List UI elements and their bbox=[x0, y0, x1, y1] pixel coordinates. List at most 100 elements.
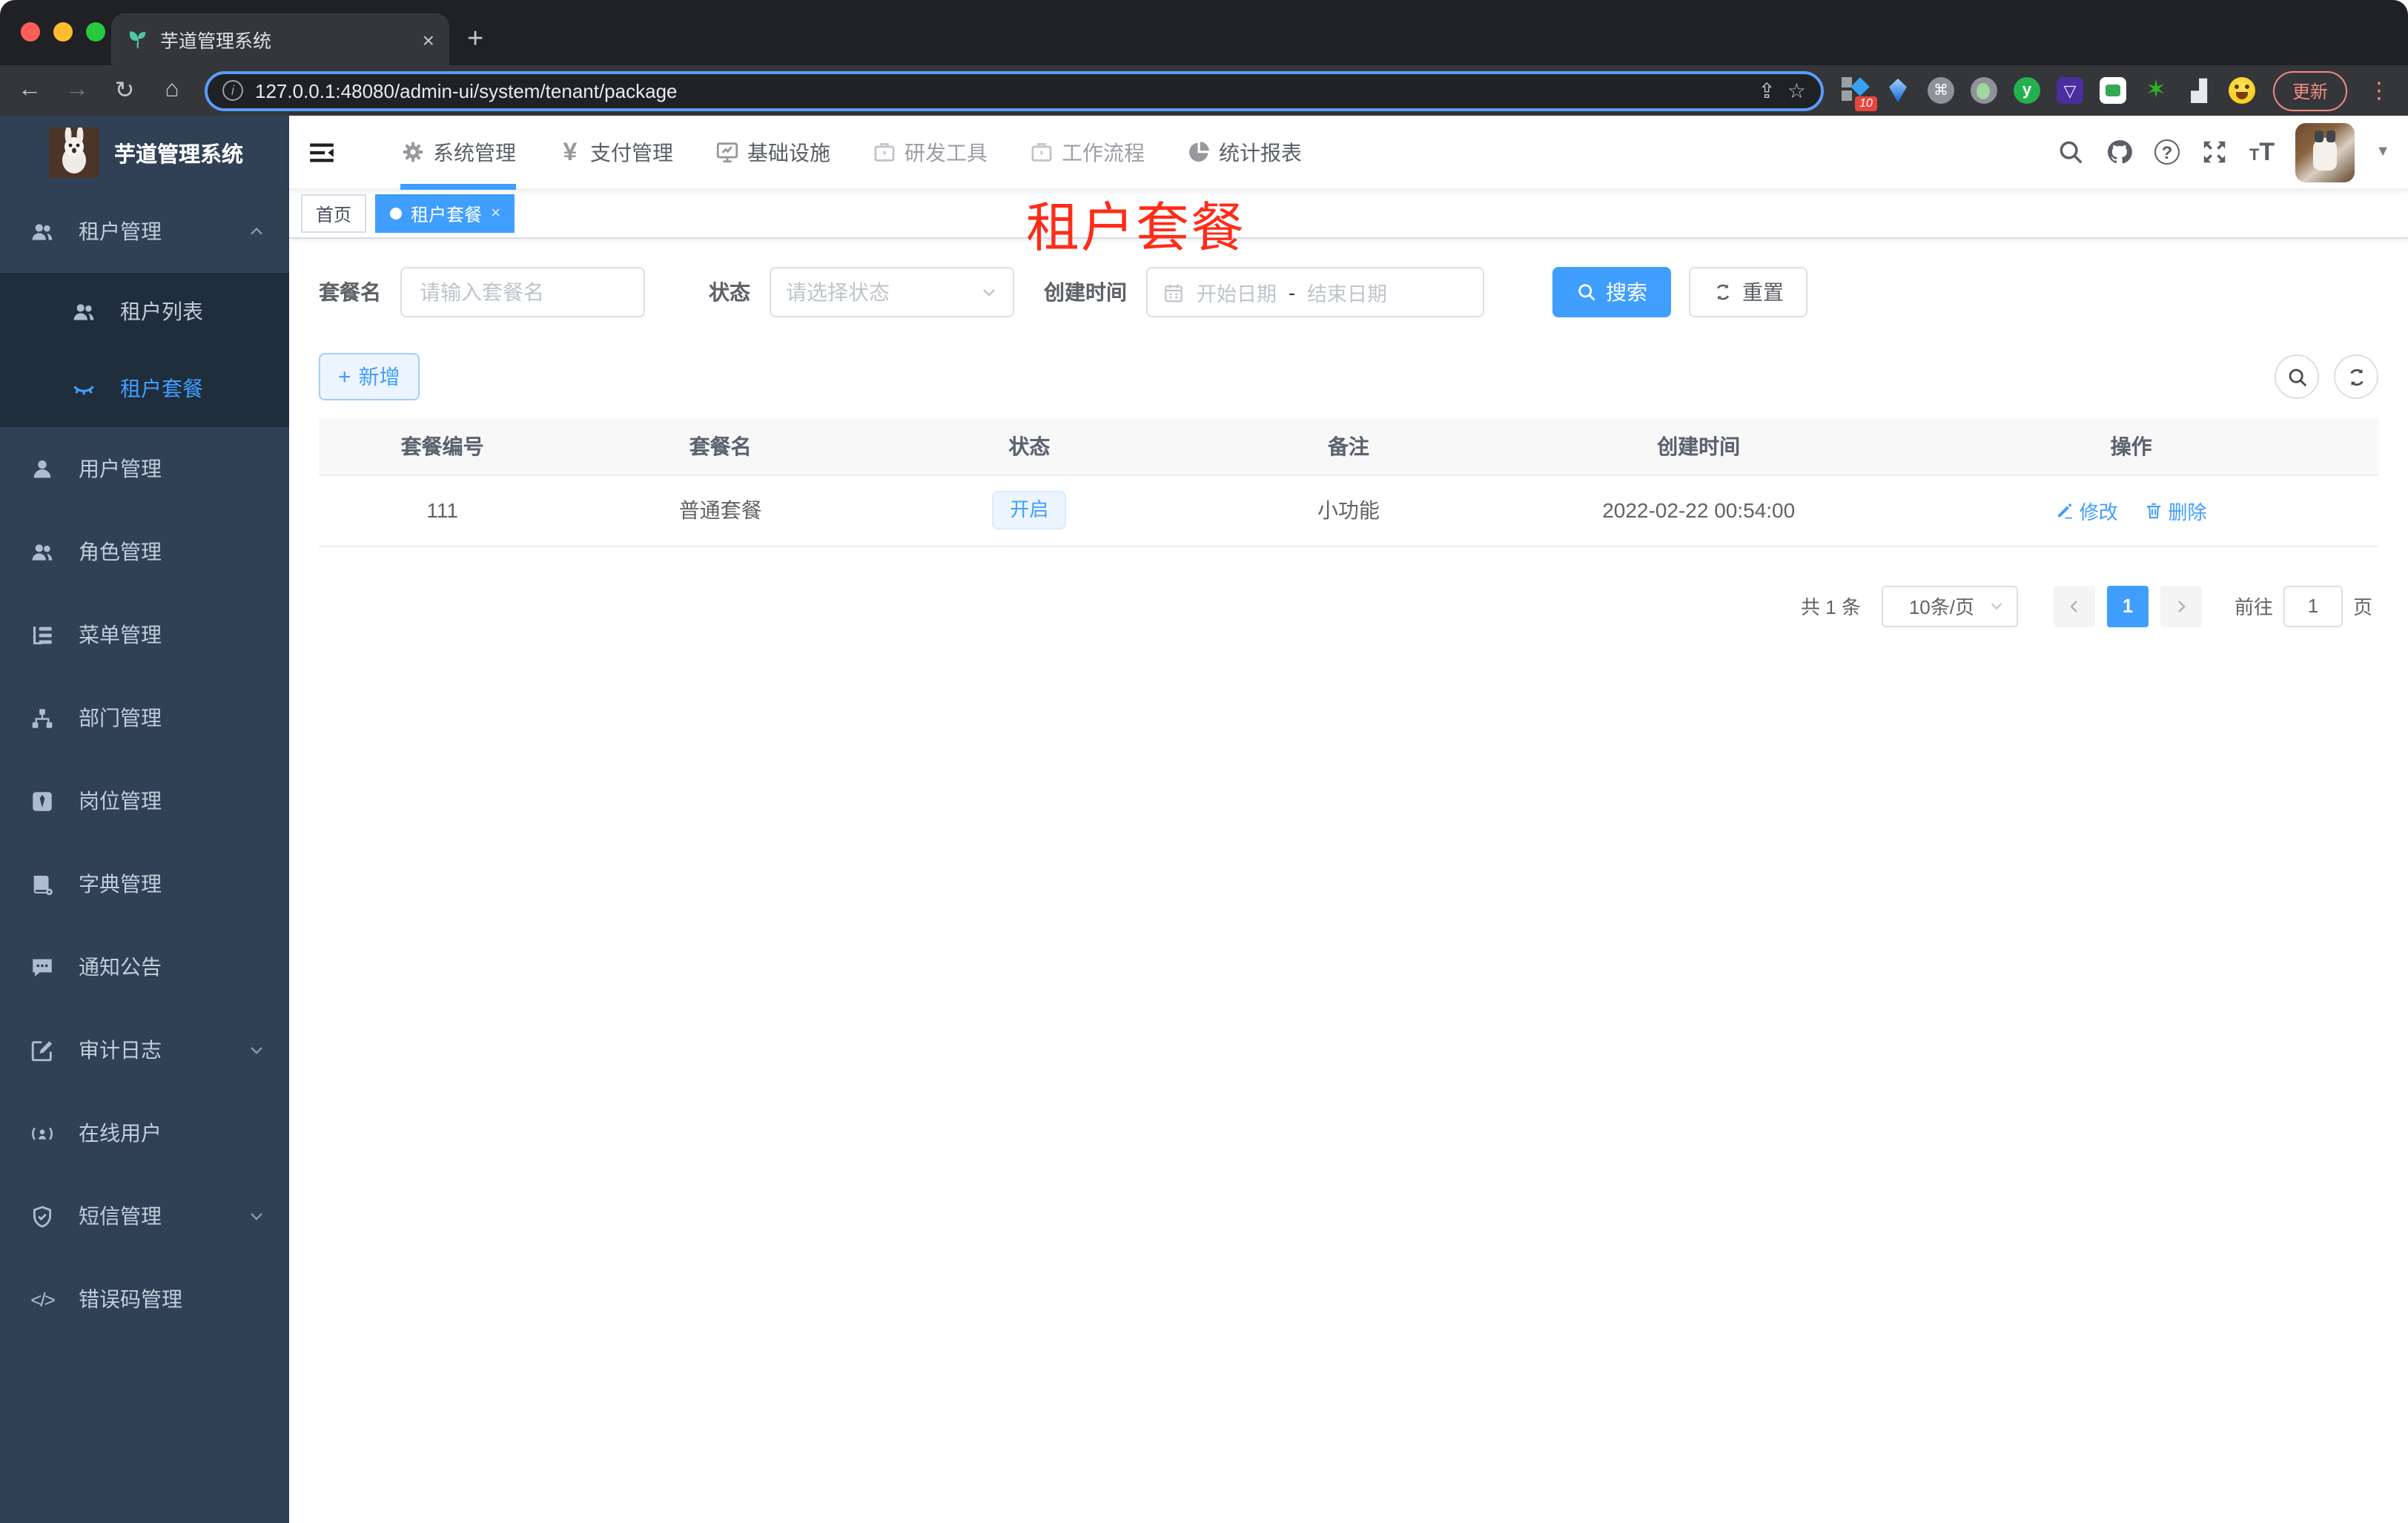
sidebar-item-post[interactable]: 岗位管理 bbox=[0, 759, 289, 842]
tags-view-bar: 首页 租户套餐 × bbox=[289, 190, 2408, 239]
badge-icon bbox=[33, 791, 52, 810]
sidebar-item-online[interactable]: 在线用户 bbox=[0, 1091, 289, 1175]
search-button[interactable]: 搜索 bbox=[1552, 267, 1671, 317]
extensions-puzzle-icon[interactable]: ▟ bbox=[2186, 77, 2212, 104]
bookmark-star-icon[interactable]: ☆ bbox=[1787, 78, 1806, 103]
font-size-icon[interactable]: TT bbox=[2249, 137, 2275, 167]
extension-y-icon[interactable]: y bbox=[2013, 77, 2040, 104]
url-text[interactable]: 127.0.0.1:48080/admin-ui/system/tenant/p… bbox=[255, 79, 1746, 102]
extension-star-icon[interactable]: ✶ bbox=[2143, 76, 2169, 104]
chevron-up-icon bbox=[251, 227, 262, 235]
nav-item-infra[interactable]: 基础设施 bbox=[715, 115, 830, 189]
cell-status: 开启 bbox=[875, 475, 1184, 546]
nav-item-report[interactable]: 统计报表 bbox=[1186, 115, 1302, 189]
pie-chart-icon bbox=[1189, 142, 1209, 162]
user-avatar[interactable] bbox=[2295, 122, 2355, 182]
reset-button-label: 重置 bbox=[1742, 280, 1784, 304]
sidebar-logo[interactable]: 芋道管理系统 bbox=[0, 116, 289, 190]
tag-close-icon[interactable]: × bbox=[491, 205, 500, 222]
search-icon[interactable] bbox=[2057, 138, 2085, 166]
macos-traffic-lights[interactable] bbox=[21, 22, 105, 42]
help-icon[interactable]: ? bbox=[2154, 139, 2180, 165]
tab-close-icon[interactable]: × bbox=[423, 27, 434, 51]
sidebar-item-tenant-package[interactable]: 租户套餐 bbox=[0, 350, 289, 427]
nav-item-label: 基础设施 bbox=[747, 140, 830, 164]
refresh-table-button[interactable] bbox=[2334, 354, 2378, 399]
avatar-caret-down-icon[interactable]: ▼ bbox=[2375, 144, 2390, 160]
extension-chat-icon[interactable] bbox=[2099, 77, 2126, 104]
reload-icon[interactable]: ↻ bbox=[110, 76, 139, 105]
edit-link[interactable]: 修改 bbox=[2056, 496, 2118, 524]
goto-page-input[interactable] bbox=[2283, 585, 2343, 627]
date-start-placeholder[interactable]: 开始日期 bbox=[1197, 277, 1277, 307]
tag-label: 首页 bbox=[316, 204, 352, 225]
tag-tenant-package[interactable]: 租户套餐 × bbox=[375, 194, 515, 233]
extension-green-dot-icon[interactable] bbox=[1970, 77, 1997, 104]
search-icon bbox=[2288, 368, 2306, 386]
extension-command-icon[interactable]: ⌘ bbox=[1927, 77, 1954, 104]
browser-tab[interactable]: 芋道管理系统 × bbox=[111, 13, 449, 65]
sidebar-toggle-hamburger-icon[interactable] bbox=[307, 137, 337, 167]
table-tools bbox=[2275, 354, 2378, 399]
chevron-down-icon bbox=[251, 1213, 262, 1220]
extension-shield-icon[interactable]: ▽ bbox=[2056, 77, 2083, 104]
nav-item-workflow[interactable]: 工作流程 bbox=[1029, 115, 1145, 189]
forward-icon[interactable]: → bbox=[62, 77, 92, 104]
sidebar-item-errcode[interactable]: </> 错误码管理 bbox=[0, 1258, 289, 1341]
next-page-button[interactable] bbox=[2160, 585, 2202, 627]
nav-item-pay[interactable]: ¥ 支付管理 bbox=[558, 115, 673, 189]
column-header-actions: 操作 bbox=[1884, 418, 2378, 475]
name-filter-input[interactable] bbox=[400, 267, 645, 317]
home-icon[interactable]: ⌂ bbox=[157, 77, 187, 104]
new-tab-button[interactable]: + bbox=[467, 24, 483, 56]
sidebar-item-role[interactable]: 角色管理 bbox=[0, 510, 289, 593]
address-bar[interactable]: i 127.0.0.1:48080/admin-ui/system/tenant… bbox=[205, 70, 1824, 110]
current-page-button[interactable]: 1 bbox=[2106, 585, 2149, 627]
back-icon[interactable]: ← bbox=[15, 77, 44, 104]
nav-item-devtools[interactable]: 研发工具 bbox=[872, 115, 988, 189]
eye-closed-icon bbox=[73, 385, 94, 394]
github-icon[interactable] bbox=[2106, 138, 2134, 166]
sidebar-item-sms[interactable]: 短信管理 bbox=[0, 1175, 289, 1258]
chrome-update-button[interactable]: 更新 bbox=[2272, 70, 2347, 110]
tag-home[interactable]: 首页 bbox=[301, 194, 367, 233]
page-size-select[interactable]: 10条/页 bbox=[1881, 585, 2018, 627]
navbar-right-tools: ? TT ▼ bbox=[2057, 122, 2390, 182]
sidebar-item-user[interactable]: 用户管理 bbox=[0, 427, 289, 510]
share-icon[interactable]: ⇪ bbox=[1758, 78, 1775, 103]
delete-link[interactable]: 删除 bbox=[2145, 496, 2207, 524]
browser-menu-kebab-icon[interactable]: ⋮ bbox=[2365, 77, 2393, 104]
reset-button[interactable]: 重置 bbox=[1689, 267, 1807, 317]
date-end-placeholder[interactable]: 结束日期 bbox=[1307, 277, 1387, 307]
fullscreen-icon[interactable] bbox=[2200, 138, 2229, 166]
zoom-window-button[interactable] bbox=[86, 22, 105, 42]
column-header-id: 套餐编号 bbox=[319, 418, 566, 475]
sidebar-item-menu[interactable]: 菜单管理 bbox=[0, 593, 289, 676]
prev-page-button[interactable] bbox=[2053, 585, 2095, 627]
sidebar-item-dict[interactable]: 字典管理 bbox=[0, 842, 289, 925]
extension-gem-icon[interactable] bbox=[1885, 77, 1911, 104]
edit-link-label: 修改 bbox=[2079, 500, 2118, 523]
site-info-icon[interactable]: i bbox=[222, 80, 243, 101]
status-filter-select[interactable]: 请选择状态 bbox=[770, 267, 1014, 317]
sidebar-item-tenant[interactable]: 租户管理 bbox=[0, 190, 289, 273]
sidebar-item-tenant-list[interactable]: 租户列表 bbox=[0, 273, 289, 350]
search-icon bbox=[1578, 284, 1595, 301]
date-range-picker[interactable]: 开始日期 - 结束日期 bbox=[1146, 267, 1484, 317]
extension-emoji-icon[interactable] bbox=[2228, 77, 2255, 104]
users-icon bbox=[73, 303, 94, 320]
extension-badge: 10 bbox=[1855, 96, 1877, 111]
close-window-button[interactable] bbox=[21, 22, 40, 42]
nav-item-system[interactable]: 系统管理 bbox=[400, 115, 516, 189]
minimize-window-button[interactable] bbox=[53, 22, 73, 42]
show-search-button[interactable] bbox=[2275, 354, 2319, 399]
add-button[interactable]: + 新增 bbox=[319, 353, 420, 400]
page-unit-label: 页 bbox=[2352, 596, 2372, 618]
sidebar-item-label: 角色管理 bbox=[79, 540, 162, 564]
yen-icon: ¥ bbox=[563, 137, 578, 165]
sidebar-item-notice[interactable]: 通知公告 bbox=[0, 925, 289, 1008]
browser-toolbar: ← → ↻ ⌂ i 127.0.0.1:48080/admin-ui/syste… bbox=[0, 65, 2408, 116]
sidebar-item-audit[interactable]: 审计日志 bbox=[0, 1008, 289, 1091]
extension-grid-icon[interactable]: 10 bbox=[1841, 77, 1877, 111]
sidebar-item-dept[interactable]: 部门管理 bbox=[0, 676, 289, 759]
